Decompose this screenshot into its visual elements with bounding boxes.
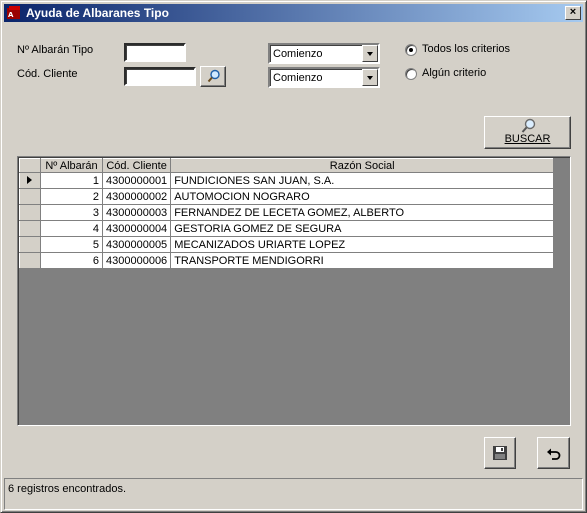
cliente-lookup-button[interactable]	[200, 66, 226, 87]
results-grid[interactable]: Nº Albarán Cód. Cliente Razón Social 1 4…	[17, 156, 571, 426]
window-title: Ayuda de Albaranes Tipo	[26, 6, 169, 20]
table-row[interactable]: 4 4300000004 GESTORIA GOMEZ DE SEGURA	[19, 220, 555, 237]
albaran-match-value: Comienzo	[273, 48, 323, 60]
row-indicator[interactable]	[19, 172, 41, 189]
cliente-match-value: Comienzo	[273, 72, 323, 84]
albaran-input[interactable]	[124, 43, 186, 62]
albaran-label: Nº Albarán Tipo	[17, 44, 94, 56]
dialog-window: A Ayuda de Albaranes Tipo × Nº Albarán T…	[0, 0, 587, 513]
app-icon: A	[6, 5, 22, 21]
cell-razon-social[interactable]: FUNDICIONES SAN JUAN, S.A.	[170, 172, 555, 189]
title-bar[interactable]: A Ayuda de Albaranes Tipo ×	[4, 4, 583, 22]
cell-albaran[interactable]: 4	[40, 220, 103, 237]
col-header-razon-social[interactable]: Razón Social	[170, 158, 555, 173]
table-row[interactable]: 3 4300000003 FERNANDEZ DE LECETA GOMEZ, …	[19, 204, 555, 221]
search-button-label: BUSCAR	[504, 133, 551, 145]
current-row-pointer-icon	[27, 175, 32, 184]
table-row[interactable]: 6 4300000006 TRANSPORTE MENDIGORRI	[19, 252, 555, 269]
cliente-match-dropdown[interactable]	[362, 69, 378, 86]
chevron-down-icon	[367, 76, 373, 80]
grid-header-row: Nº Albarán Cód. Cliente Razón Social	[19, 158, 555, 173]
col-header-cliente[interactable]: Cód. Cliente	[101, 158, 172, 173]
cell-razon-social[interactable]: MECANIZADOS URIARTE LOPEZ	[170, 236, 555, 253]
radio-any-label[interactable]: Algún criterio	[422, 67, 486, 79]
radio-selected-dot	[409, 48, 413, 52]
grid-corner-header	[19, 158, 41, 173]
col-header-albaran[interactable]: Nº Albarán	[40, 158, 103, 173]
radio-all-criteria[interactable]	[405, 44, 417, 56]
cliente-match-select[interactable]: Comienzo	[268, 67, 380, 88]
cell-albaran[interactable]: 6	[40, 252, 103, 269]
cell-razon-social[interactable]: TRANSPORTE MENDIGORRI	[170, 252, 555, 269]
results-table: Nº Albarán Cód. Cliente Razón Social 1 4…	[19, 158, 555, 269]
magnifier-icon	[207, 69, 221, 86]
row-indicator[interactable]	[19, 204, 41, 221]
row-indicator[interactable]	[19, 252, 41, 269]
radio-all-label[interactable]: Todos los criterios	[422, 43, 510, 55]
albaran-match-dropdown[interactable]	[362, 45, 378, 62]
status-bar: 6 registros encontrados.	[4, 478, 583, 510]
cell-razon-social[interactable]: FERNANDEZ DE LECETA GOMEZ, ALBERTO	[170, 204, 555, 221]
cell-razon-social[interactable]: AUTOMOCION NOGRARO	[170, 188, 555, 205]
albaran-match-select[interactable]: Comienzo	[268, 43, 380, 64]
row-indicator[interactable]	[19, 236, 41, 253]
row-indicator[interactable]	[19, 188, 41, 205]
close-button[interactable]: ×	[565, 6, 581, 20]
cliente-input[interactable]	[124, 67, 196, 86]
cell-cliente[interactable]: 4300000001	[101, 172, 172, 189]
cell-cliente[interactable]: 4300000006	[101, 252, 172, 269]
table-row[interactable]: 2 4300000002 AUTOMOCION NOGRARO	[19, 188, 555, 205]
cell-cliente[interactable]: 4300000004	[101, 220, 172, 237]
save-button[interactable]	[484, 437, 516, 469]
cell-albaran[interactable]: 2	[40, 188, 103, 205]
search-button[interactable]: BUSCAR	[484, 116, 571, 149]
row-indicator[interactable]	[19, 220, 41, 237]
chevron-down-icon	[367, 52, 373, 56]
cell-cliente[interactable]: 4300000003	[101, 204, 172, 221]
cliente-label: Cód. Cliente	[17, 68, 78, 80]
cell-razon-social[interactable]: GESTORIA GOMEZ DE SEGURA	[170, 220, 555, 237]
cell-albaran[interactable]: 1	[40, 172, 103, 189]
cell-cliente[interactable]: 4300000002	[101, 188, 172, 205]
radio-any-criteria[interactable]	[405, 68, 417, 80]
floppy-disk-icon	[492, 445, 508, 464]
cell-albaran[interactable]: 5	[40, 236, 103, 253]
svg-text:A: A	[8, 11, 14, 19]
cell-albaran[interactable]: 3	[40, 204, 103, 221]
undo-button[interactable]	[537, 437, 570, 469]
undo-arrow-icon	[546, 446, 562, 465]
table-row[interactable]: 5 4300000005 MECANIZADOS URIARTE LOPEZ	[19, 236, 555, 253]
cell-cliente[interactable]: 4300000005	[101, 236, 172, 253]
table-row[interactable]: 1 4300000001 FUNDICIONES SAN JUAN, S.A.	[19, 172, 555, 189]
status-text: 6 registros encontrados.	[8, 483, 127, 495]
